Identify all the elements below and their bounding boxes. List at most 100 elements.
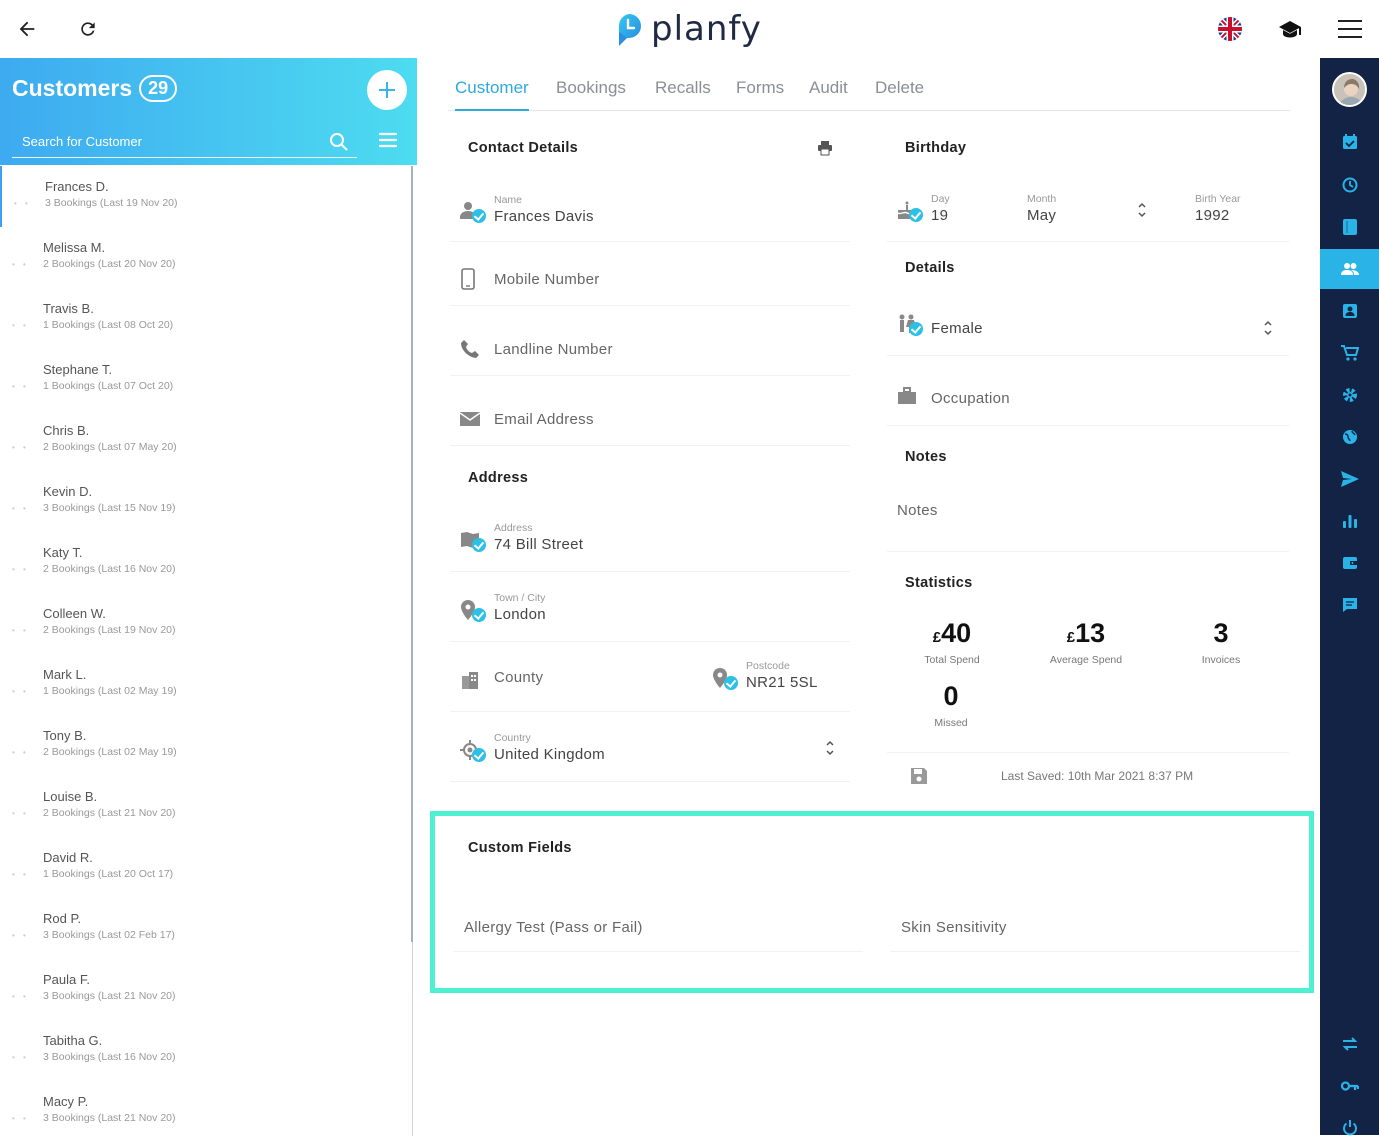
customer-list-item[interactable]: • • Louise B. 2 Bookings (Last 21 Nov 20) [0,776,412,837]
nav-switch[interactable] [1320,1024,1379,1064]
month-label: Month [1027,193,1057,205]
customers-title-text: Customers [12,75,133,101]
envelope-icon [459,411,482,433]
email-field[interactable]: Email Address [450,390,850,446]
tab-audit[interactable]: Audit [809,78,848,111]
customer-list-item[interactable]: • • Melissa M. 2 Bookings (Last 20 Nov 20) [0,227,412,288]
search-icon[interactable] [329,132,349,157]
country-label: Country [494,732,531,744]
occupation-placeholder: Occupation [931,390,1010,407]
nav-book[interactable] [1320,207,1379,247]
calendar-check-icon [1342,134,1357,149]
nav-chat[interactable] [1320,585,1379,625]
customer-list-item[interactable]: • • Travis B. 1 Bookings (Last 08 Oct 20) [0,288,412,349]
customer-list-item[interactable]: • • Kevin D. 3 Bookings (Last 15 Nov 19) [0,471,412,532]
customer-list-item[interactable]: • • Frances D. 3 Bookings (Last 19 Nov 20) [0,166,412,227]
cart-icon [1340,345,1359,361]
customer-list-item[interactable]: • • Macy P. 3 Bookings (Last 21 Nov 20) [0,1081,412,1142]
address-title: Address [468,470,529,486]
customer-list-item[interactable]: • • Paula F. 3 Bookings (Last 21 Nov 20) [0,959,412,1020]
add-customer-button[interactable] [367,70,407,110]
nav-calendar-check[interactable] [1320,122,1379,162]
nav-reports[interactable] [1320,501,1379,541]
nav-staff[interactable] [1320,291,1379,331]
month-select-arrows-icon[interactable] [1137,201,1147,224]
custom-fields-highlight: Custom Fields Allergy Test (Pass or Fail… [430,811,1314,993]
nav-key[interactable] [1320,1066,1379,1106]
verified-check-icon [909,208,923,222]
notes-field[interactable]: Notes [887,490,1289,552]
birth-year-value[interactable]: 1992 [1195,207,1230,224]
average-spend-label: Average Spend [1049,654,1123,666]
list-menu-icon[interactable] [378,132,398,153]
drag-handle-icon: • • [12,565,29,574]
customer-search [12,128,357,158]
verified-check-icon [909,322,923,336]
nav-customers[interactable] [1320,249,1379,289]
customer-list-item[interactable]: • • Tabitha G. 3 Bookings (Last 16 Nov 20) [0,1020,412,1081]
tab-recalls[interactable]: Recalls [655,78,711,111]
customer-list-item[interactable]: • • David R. 1 Bookings (Last 20 Oct 17) [0,837,412,898]
nav-send[interactable] [1320,459,1379,499]
customer-list-item[interactable]: • • Stephane T. 1 Bookings (Last 07 Oct 20… [0,349,412,410]
customer-list-item[interactable]: • • Tony B. 2 Bookings (Last 02 May 19) [0,715,412,776]
skin-sensitivity-placeholder: Skin Sensitivity [901,919,1007,936]
allergy-test-field[interactable]: Allergy Test (Pass or Fail) [453,898,863,952]
nav-clock[interactable] [1320,165,1379,205]
reload-icon[interactable] [73,14,103,44]
tab-bookings[interactable]: Bookings [556,78,626,111]
customer-list-item[interactable]: • • Colleen W. 2 Bookings (Last 19 Nov 20) [0,593,412,654]
total-spend-value: £40 [932,618,972,648]
nav-globe[interactable] [1320,417,1379,457]
hamburger-menu-icon[interactable] [1335,14,1365,44]
country-field[interactable]: Country United Kingdom [450,726,850,782]
customer-list-item[interactable]: • • Rod P. 3 Bookings (Last 02 Feb 17) [0,898,412,959]
gender-field[interactable]: Female [887,300,1289,356]
customer-bookings-summary: 2 Bookings (Last 02 May 19) [43,746,177,758]
county-field[interactable]: County Postcode NR21 5SL [450,656,850,712]
arrow-left-icon[interactable] [12,14,42,44]
user-avatar[interactable] [1332,72,1367,107]
name-field[interactable]: Name Frances Davis [450,186,850,242]
print-icon[interactable] [817,140,833,161]
month-value[interactable]: May [1027,207,1056,224]
select-arrows-icon[interactable] [825,739,835,762]
customer-name: Travis B. [43,301,94,316]
customer-list-item[interactable]: • • Chris B. 2 Bookings (Last 07 May 20) [0,410,412,471]
customer-list-item[interactable]: • • Mark L. 1 Bookings (Last 02 May 19) [0,654,412,715]
country-value: United Kingdom [494,746,605,763]
save-icon[interactable] [910,767,932,789]
customer-list: • • Frances D. 3 Bookings (Last 19 Nov 20)… [0,166,413,1136]
customer-list-item[interactable]: • • Katy T. 2 Bookings (Last 16 Nov 20) [0,532,412,593]
tab-delete[interactable]: Delete [875,78,924,111]
nav-power[interactable] [1320,1108,1379,1148]
search-input[interactable] [12,128,312,154]
drag-handle-icon: • • [12,992,29,1001]
nav-settings[interactable] [1320,375,1379,415]
town-field[interactable]: Town / City London [450,586,850,642]
customer-name: Tabitha G. [43,1033,103,1048]
day-value[interactable]: 19 [931,207,948,224]
drag-handle-icon: • • [12,1053,29,1062]
total-spend-label: Total Spend [924,654,980,666]
uk-flag-icon[interactable] [1215,14,1245,44]
county-placeholder: County [494,669,544,686]
tab-forms[interactable]: Forms [736,78,784,111]
birthday-title: Birthday [905,140,967,156]
tab-customer[interactable]: Customer [455,78,529,111]
landline-field[interactable]: Landline Number [450,320,850,376]
mobile-field[interactable]: Mobile Number [450,250,850,306]
skin-sensitivity-field[interactable]: Skin Sensitivity [890,898,1300,952]
contact-details-title: Contact Details [468,140,579,156]
postcode-value: NR21 5SL [746,674,818,691]
graduation-cap-icon[interactable] [1275,14,1305,44]
address-field[interactable]: Address 74 Bill Street [450,516,850,572]
name-value: Frances Davis [494,208,594,225]
mobile-phone-icon [460,268,482,290]
occupation-field[interactable]: Occupation [887,370,1289,426]
gender-select-arrows-icon[interactable] [1263,319,1273,342]
nav-cart[interactable] [1320,333,1379,373]
gender-value: Female [931,320,983,337]
nav-wallet[interactable] [1320,543,1379,583]
verified-check-icon [472,748,486,762]
